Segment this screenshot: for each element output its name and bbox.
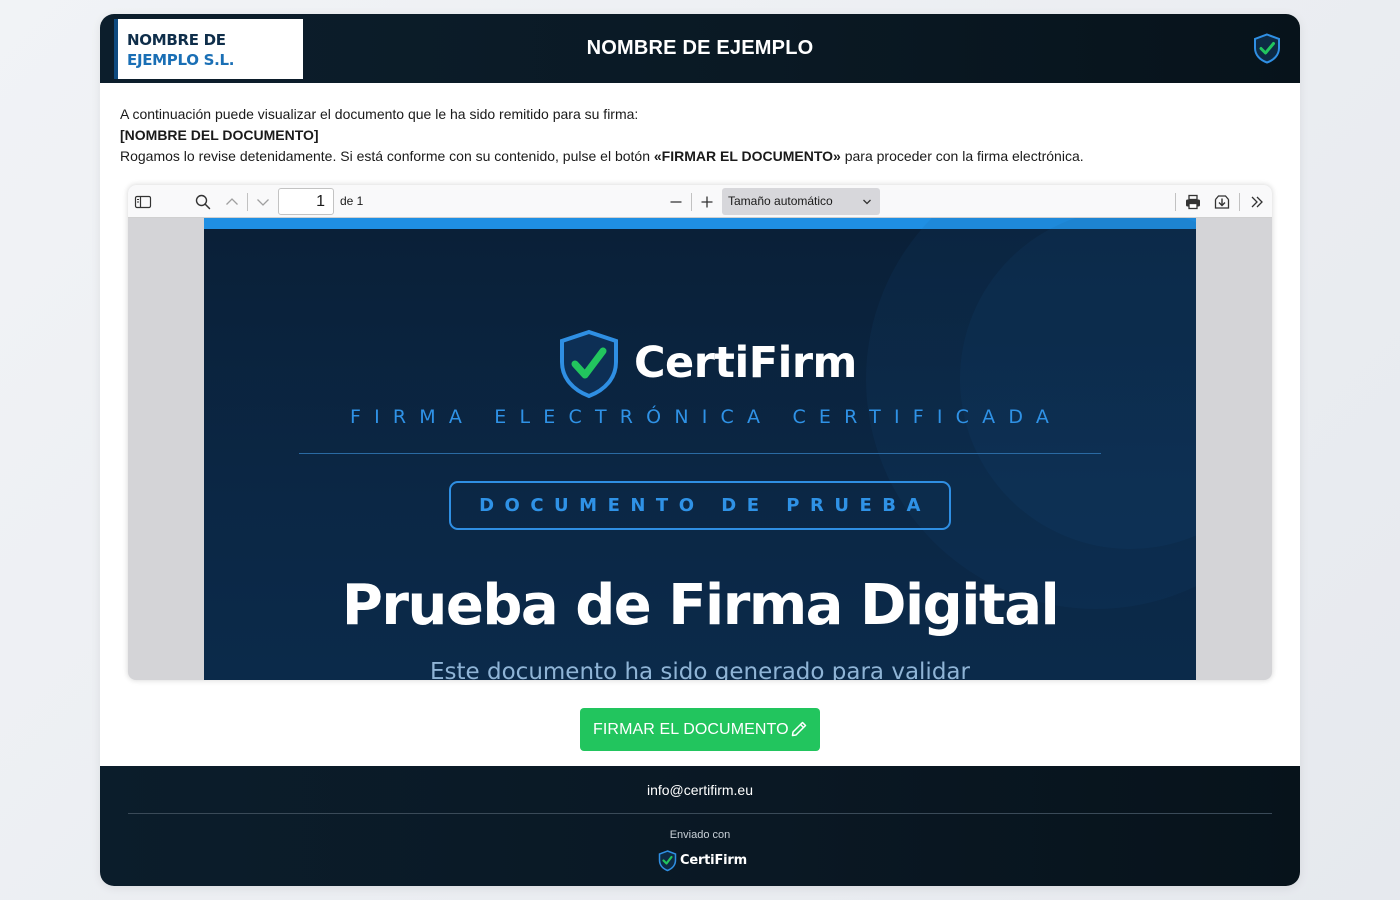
pencil-icon bbox=[791, 721, 807, 737]
chevron-down-icon[interactable] bbox=[254, 193, 272, 211]
double-chevron-right-icon[interactable] bbox=[1248, 193, 1266, 211]
toolbar-divider bbox=[1239, 193, 1240, 211]
footer-email-link[interactable]: info@certifirm.eu bbox=[100, 781, 1300, 799]
sign-document-label: FIRMAR EL DOCUMENTO bbox=[593, 721, 789, 738]
document-tagline: FIRMA ELECTRÓNICA CERTIFICADA bbox=[349, 406, 1063, 428]
pdf-viewer: 1 de 1 Tamaño automático CertiFirm FIRMA… bbox=[128, 185, 1272, 680]
search-icon[interactable] bbox=[194, 193, 212, 211]
intro-line-3-post: para proceder con la firma electrónica. bbox=[840, 148, 1084, 164]
intro-line-1: A continuación puede visualizar el docum… bbox=[120, 106, 639, 122]
toolbar-divider bbox=[691, 193, 692, 211]
zoom-select-label: Tamaño automático bbox=[728, 194, 833, 208]
page-count-label: de 1 bbox=[340, 194, 364, 208]
header-title: NOMBRE DE EJEMPLO bbox=[586, 37, 814, 59]
email-card: NOMBRE DE EJEMPLO S.L. NOMBRE DE EJEMPLO… bbox=[100, 14, 1300, 886]
zoom-in-icon[interactable] bbox=[698, 193, 716, 211]
footer: info@certifirm.eu Enviado con CertiFirm bbox=[100, 766, 1300, 886]
intro-line-3: Rogamos lo revise detenidamente. Si está… bbox=[120, 146, 1280, 167]
footer-brand-name: CertiFirm bbox=[680, 853, 747, 868]
toolbar-divider bbox=[1175, 193, 1176, 211]
shield-check-icon bbox=[1254, 33, 1280, 64]
sign-document-button[interactable]: FIRMAR EL DOCUMENTO bbox=[580, 708, 820, 751]
footer-divider bbox=[128, 813, 1272, 814]
print-icon[interactable] bbox=[1184, 193, 1202, 211]
intro-line-3-pre: Rogamos lo revise detenidamente. Si está… bbox=[120, 148, 654, 164]
shield-check-icon bbox=[658, 850, 677, 872]
document-subtitle: Este documento ha sido generado para val… bbox=[430, 659, 970, 680]
document-name: [NOMBRE DEL DOCUMENTO] bbox=[120, 127, 319, 143]
header: NOMBRE DE EJEMPLO S.L. NOMBRE DE EJEMPLO bbox=[100, 14, 1300, 83]
chevron-up-icon[interactable] bbox=[223, 193, 241, 211]
document-brand-name: CertiFirm bbox=[634, 338, 857, 388]
footer-brand-logo: CertiFirm bbox=[658, 850, 748, 872]
zoom-out-icon[interactable] bbox=[667, 193, 685, 211]
document-divider bbox=[299, 453, 1101, 454]
footer-sent-with: Enviado con bbox=[669, 829, 731, 841]
document-brand: CertiFirm bbox=[204, 329, 1196, 399]
page-background: CertiFirm FIRMA ELECTRÓNICA CERTIFICADA … bbox=[204, 218, 1196, 680]
pdf-page: CertiFirm FIRMA ELECTRÓNICA CERTIFICADA … bbox=[204, 218, 1196, 680]
page-number-input[interactable]: 1 bbox=[278, 188, 334, 215]
toolbar-divider bbox=[247, 193, 248, 211]
pdf-toolbar: 1 de 1 Tamaño automático bbox=[128, 185, 1272, 218]
zoom-select[interactable]: Tamaño automático bbox=[722, 188, 880, 215]
download-icon[interactable] bbox=[1213, 193, 1231, 211]
intro-text: A continuación puede visualizar el docum… bbox=[120, 104, 1280, 167]
document-title: Prueba de Firma Digital bbox=[341, 573, 1060, 638]
intro-line-3-button-ref: «FIRMAR EL DOCUMENTO» bbox=[653, 148, 841, 164]
document-badge: DOCUMENTO DE PRUEBA bbox=[449, 481, 951, 530]
chevron-down-icon bbox=[863, 199, 871, 205]
shield-check-icon bbox=[560, 329, 618, 399]
sidebar-toggle-icon[interactable] bbox=[134, 193, 152, 211]
